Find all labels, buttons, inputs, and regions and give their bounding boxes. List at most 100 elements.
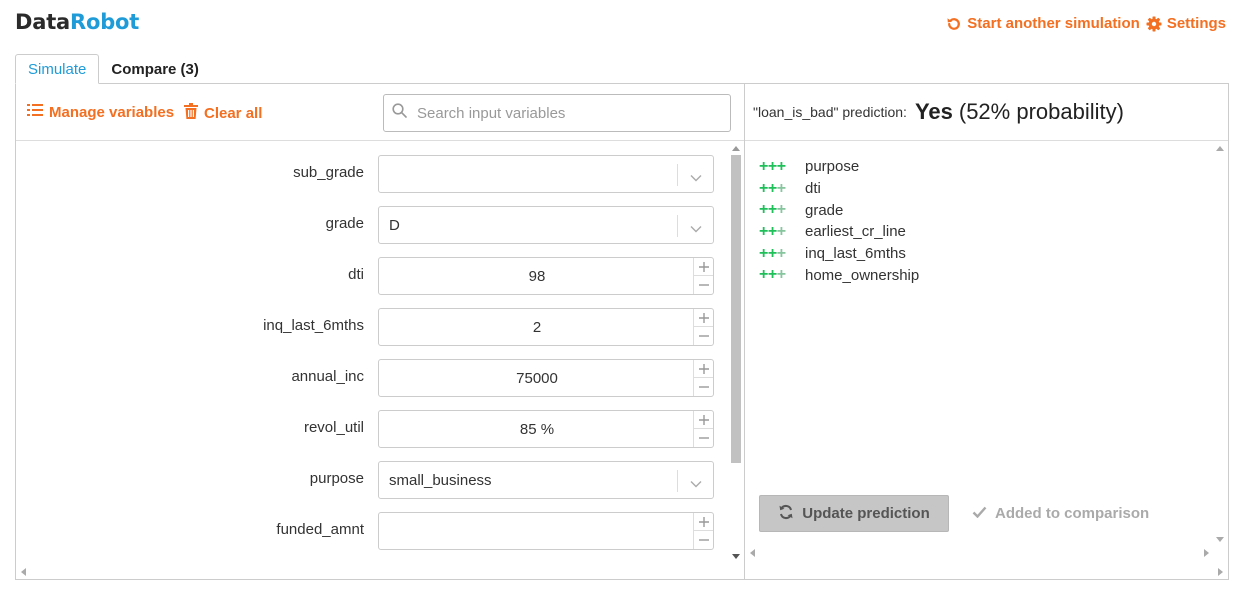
- strength-indicator-icon: +++: [759, 157, 786, 175]
- prediction-header: "loan_is_bad" prediction: Yes (52% proba…: [745, 84, 1228, 141]
- number-value: 98: [528, 268, 546, 285]
- variable-label: inq_last_6mths: [263, 317, 364, 334]
- list-item: +++ inq_last_6mths: [759, 243, 919, 265]
- grade-select[interactable]: D: [378, 206, 714, 244]
- clear-all-label: Clear all: [204, 104, 263, 122]
- decrement-button[interactable]: [694, 429, 713, 447]
- funded-amnt-number-input[interactable]: [378, 512, 714, 550]
- scroll-up-arrow-icon[interactable]: [1213, 141, 1227, 155]
- variable-label: revol_util: [303, 419, 364, 436]
- select-value: small_business: [389, 472, 492, 489]
- explanation-feature: grade: [805, 201, 844, 219]
- scrollbar-thumb[interactable]: [731, 155, 741, 463]
- explanations-horizontal-scrollbar[interactable]: [745, 546, 1213, 560]
- strength-indicator-icon: +++: [759, 222, 786, 240]
- variable-label: annual_inc: [291, 368, 364, 385]
- stepper: [693, 360, 713, 396]
- list-item: +++ grade: [759, 199, 919, 221]
- chevron-down-icon: [690, 220, 702, 238]
- manage-variables-label: Manage variables: [49, 103, 175, 121]
- explanations-scrollbar[interactable]: [1213, 141, 1227, 546]
- variable-label: grade: [325, 215, 364, 232]
- increment-button[interactable]: [694, 411, 713, 429]
- update-prediction-button[interactable]: Update prediction: [759, 495, 949, 532]
- stepper: [693, 411, 713, 447]
- variable-label: purpose: [309, 470, 364, 487]
- stepper: [693, 513, 713, 549]
- explanation-feature: earliest_cr_line: [805, 223, 906, 241]
- scroll-right-arrow-icon[interactable]: [1213, 565, 1227, 579]
- start-another-simulation-button[interactable]: Start another simulation: [946, 15, 1140, 32]
- tab-bar: Simulate Compare (3): [15, 54, 211, 84]
- decrement-button[interactable]: [694, 378, 713, 396]
- prediction-answer: Yes: [914, 99, 953, 124]
- variables-scrollbar[interactable]: [729, 141, 743, 563]
- increment-button[interactable]: [694, 360, 713, 378]
- trash-icon: [184, 103, 198, 123]
- sub-grade-select[interactable]: [378, 155, 714, 193]
- added-to-comparison-label: Added to comparison: [995, 505, 1150, 522]
- number-value: 75000: [516, 370, 558, 387]
- chevron-down-icon: [690, 475, 702, 493]
- settings-button[interactable]: Settings: [1146, 15, 1226, 32]
- manage-variables-button[interactable]: Manage variables: [27, 103, 174, 121]
- datarobot-logo: DataRobot: [15, 10, 140, 34]
- scroll-up-arrow-icon[interactable]: [729, 141, 743, 155]
- purpose-select[interactable]: small_business: [378, 461, 714, 499]
- stepper: [693, 258, 713, 294]
- increment-button[interactable]: [694, 513, 713, 531]
- variables-horizontal-scrollbar[interactable]: [16, 565, 744, 579]
- refresh-icon: [778, 504, 794, 524]
- tab-simulate[interactable]: Simulate: [15, 54, 100, 84]
- increment-button[interactable]: [694, 309, 713, 327]
- gear-icon: [1146, 16, 1162, 32]
- decrement-button[interactable]: [694, 327, 713, 345]
- search-box: [383, 94, 731, 132]
- scroll-down-arrow-icon[interactable]: [1213, 532, 1227, 546]
- explanation-feature: purpose: [805, 158, 860, 176]
- list-item: +++ home_ownership: [759, 264, 919, 286]
- list-item: +++ earliest_cr_line: [759, 221, 919, 243]
- number-value: 2: [532, 319, 542, 336]
- strength-indicator-icon: +++: [759, 266, 786, 284]
- variable-row-dti: dti 98: [16, 257, 716, 295]
- explanation-feature: inq_last_6mths: [805, 245, 906, 263]
- prediction-label: "loan_is_bad" prediction:: [753, 104, 907, 120]
- scroll-down-arrow-icon[interactable]: [729, 549, 743, 563]
- select-value: D: [389, 217, 400, 234]
- decrement-button[interactable]: [694, 531, 713, 549]
- revol-util-number-input[interactable]: 85 %: [378, 410, 714, 448]
- settings-label: Settings: [1166, 15, 1226, 32]
- variable-label: funded_amnt: [276, 521, 364, 538]
- panel-horizontal-scrollbar[interactable]: [1213, 565, 1227, 579]
- increment-button[interactable]: [694, 258, 713, 276]
- tab-compare[interactable]: Compare (3): [99, 54, 211, 84]
- clear-all-button[interactable]: Clear all: [184, 103, 262, 123]
- list-icon: [27, 103, 43, 121]
- stepper: [693, 309, 713, 345]
- prediction-explanations: +++ purpose +++ dti +++ grade +++ earlie…: [759, 156, 919, 286]
- scroll-left-arrow-icon[interactable]: [745, 546, 759, 560]
- variable-row-annual-inc: annual_inc 75000: [16, 359, 716, 397]
- restart-icon: [946, 16, 962, 32]
- variables-toolbar: Manage variables Clear all: [16, 84, 744, 141]
- simulator-panel: Manage variables Clear all sub_grade: [15, 83, 1229, 580]
- scroll-right-arrow-icon[interactable]: [1199, 546, 1213, 560]
- scroll-left-arrow-icon[interactable]: [16, 565, 30, 579]
- dti-number-input[interactable]: 98: [378, 257, 714, 295]
- variable-row-grade: grade D: [16, 206, 716, 244]
- explanation-feature: dti: [805, 180, 821, 198]
- variable-row-inq-last-6mths: inq_last_6mths 2: [16, 308, 716, 346]
- update-prediction-label: Update prediction: [802, 505, 930, 522]
- variable-label: sub_grade: [293, 164, 364, 181]
- variable-row-purpose: purpose small_business: [16, 461, 716, 499]
- strength-indicator-icon: +++: [759, 179, 786, 197]
- inq-last-6mths-number-input[interactable]: 2: [378, 308, 714, 346]
- decrement-button[interactable]: [694, 276, 713, 294]
- list-item: +++ dti: [759, 178, 919, 200]
- variable-row-sub-grade: sub_grade: [16, 155, 716, 193]
- search-input[interactable]: [415, 103, 715, 123]
- variables-list: sub_grade grade D dti 98 inq_last_6mths …: [16, 141, 744, 563]
- top-actions: Start another simulation Settings: [946, 15, 1226, 32]
- annual-inc-number-input[interactable]: 75000: [378, 359, 714, 397]
